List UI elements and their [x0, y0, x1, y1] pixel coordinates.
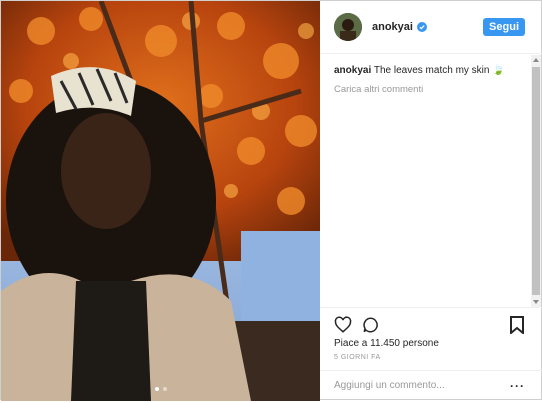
username-link[interactable]: anokyai — [372, 21, 413, 33]
scroll-up-arrow-icon[interactable] — [533, 58, 539, 62]
add-comment-bar: Aggiungi un commento... ··· — [320, 370, 542, 403]
photo-illustration — [1, 1, 320, 401]
comment-icon[interactable] — [362, 316, 380, 334]
scrollbar-thumb[interactable] — [532, 67, 540, 295]
post-actions: Piace a 11.450 persone 5 GIORNI FA Aggiu… — [320, 307, 542, 402]
load-more-comments-link[interactable]: Carica altri commenti — [334, 84, 528, 95]
post-photo[interactable] — [1, 1, 320, 401]
comments-area: anokyai The leaves match my skin 🍃 Caric… — [320, 54, 528, 306]
comments-scrollbar[interactable] — [531, 55, 541, 307]
post-header: anokyai Segui — [320, 1, 542, 54]
post-caption: anokyai The leaves match my skin 🍃 — [334, 64, 528, 78]
bookmark-icon[interactable] — [509, 316, 525, 334]
caption-text: The leaves match my skin 🍃 — [373, 65, 505, 76]
post-side-panel: anokyai Segui anokyai The leaves match m… — [320, 1, 542, 401]
add-comment-input[interactable]: Aggiungi un commento... — [334, 380, 445, 391]
post-modal: anokyai Segui anokyai The leaves match m… — [0, 0, 542, 401]
scroll-down-arrow-icon[interactable] — [533, 300, 539, 304]
heart-icon[interactable] — [334, 316, 352, 334]
verified-badge-icon — [416, 22, 427, 32]
post-timestamp[interactable]: 5 GIORNI FA — [334, 354, 381, 361]
caption-username[interactable]: anokyai — [334, 65, 371, 76]
carousel-dot-active[interactable] — [154, 387, 159, 391]
follow-button[interactable]: Segui — [483, 18, 525, 36]
avatar[interactable] — [334, 13, 362, 41]
more-options-icon[interactable]: ··· — [510, 379, 525, 393]
carousel-dot[interactable] — [162, 387, 167, 391]
carousel-dots — [154, 387, 167, 391]
likes-count[interactable]: Piace a 11.450 persone — [334, 338, 439, 349]
